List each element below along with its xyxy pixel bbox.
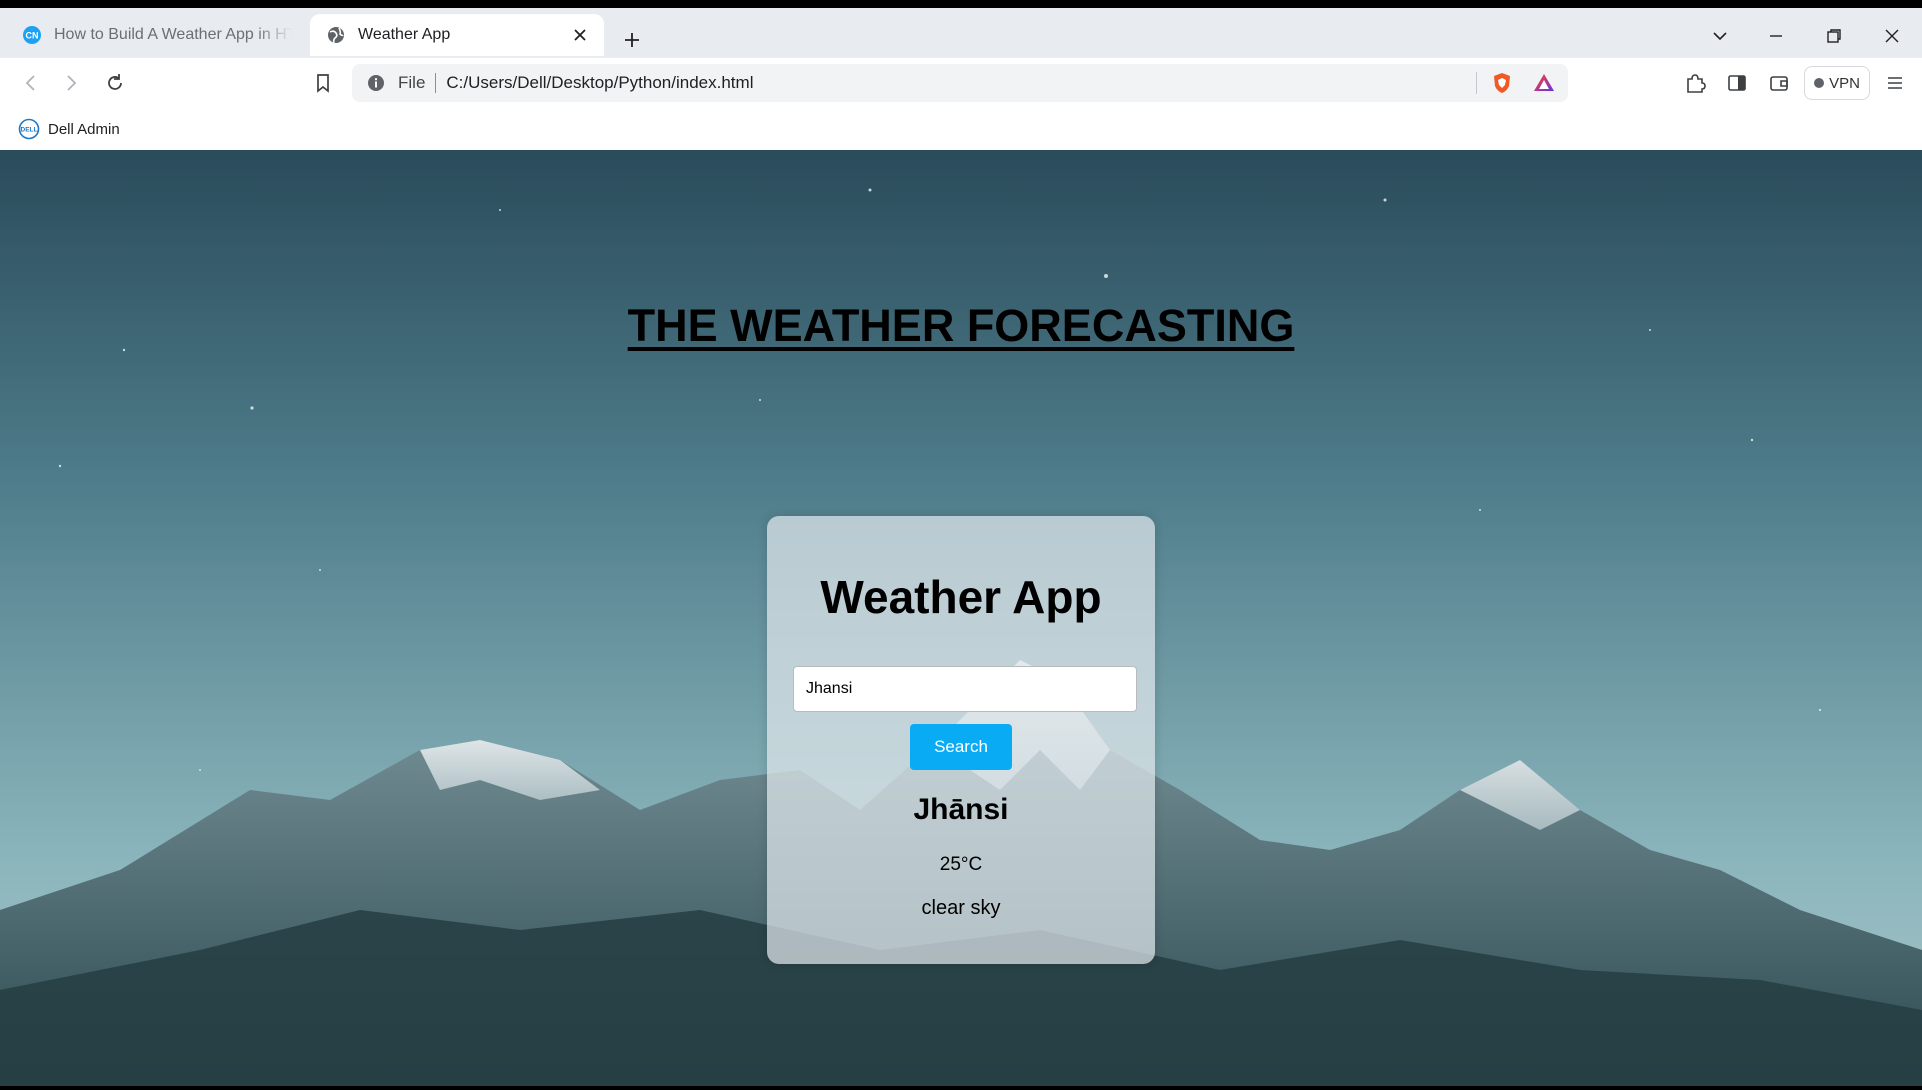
omnibox-divider: [1476, 72, 1477, 94]
bookmark-icon[interactable]: [308, 68, 338, 98]
brave-shields-icon[interactable]: [1490, 71, 1514, 95]
minimize-icon[interactable]: [1760, 22, 1792, 50]
page-heading: THE WEATHER FORECASTING: [627, 300, 1295, 351]
scheme-separator: [435, 73, 437, 93]
wallet-icon[interactable]: [1764, 68, 1794, 98]
result-city-name: Jhānsi: [913, 793, 1009, 826]
reload-icon[interactable]: [100, 68, 130, 98]
vpn-label: VPN: [1829, 74, 1860, 92]
restore-icon[interactable]: [1818, 22, 1850, 50]
brave-rewards-icon[interactable]: [1532, 71, 1556, 95]
new-tab-plus-icon[interactable]: [618, 26, 646, 54]
tab-weather-app[interactable]: Weather App: [310, 14, 604, 56]
sidebar-toggle-icon[interactable]: [1722, 68, 1752, 98]
back-arrow-icon[interactable]: [16, 68, 46, 98]
menu-hamburger-icon[interactable]: [1880, 68, 1910, 98]
bookmark-dell-admin[interactable]: DELL Dell Admin: [18, 116, 120, 142]
result-description: clear sky: [921, 897, 1001, 919]
close-tab-icon[interactable]: [570, 25, 590, 45]
city-search-input[interactable]: [793, 666, 1137, 712]
address-bar[interactable]: File C:/Users/Dell/Desktop/Python/index.…: [352, 64, 1568, 102]
extensions-puzzle-icon[interactable]: [1680, 68, 1710, 98]
vpn-status-icon: [1814, 78, 1825, 88]
url-text[interactable]: C:/Users/Dell/Desktop/Python/index.html: [446, 73, 753, 93]
tab-label: Weather App: [358, 26, 451, 43]
browser-toolbar: File C:/Users/Dell/Desktop/Python/index.…: [0, 58, 1922, 108]
browser-window: CN How to Build A Weather App in HTML We…: [0, 0, 1922, 1090]
forward-arrow-icon[interactable]: [56, 68, 86, 98]
tab-search-chevron-icon[interactable]: [1704, 22, 1736, 50]
result-temperature: 25°C: [939, 854, 983, 875]
close-window-icon[interactable]: [1876, 22, 1908, 50]
search-button[interactable]: Search: [910, 724, 1012, 770]
page-viewport: THE WEATHER FORECASTING Weather App Sear…: [0, 150, 1922, 1086]
url-scheme-label: File: [398, 73, 426, 92]
tab-label: How to Build A Weather App in HTML: [54, 26, 292, 43]
bookmarks-bar: DELL Dell Admin: [0, 108, 1922, 151]
dell-logo-icon: DELL: [18, 118, 40, 140]
tab-strip: CN How to Build A Weather App in HTML We…: [0, 8, 1922, 58]
card-title: Weather App: [820, 571, 1102, 623]
weather-card: Weather App Search Jhānsi 25°C clear sky: [767, 516, 1155, 964]
window-top-edge: [0, 0, 1922, 8]
svg-text:CN: CN: [26, 31, 39, 41]
codingnepal-favicon-icon: CN: [23, 26, 41, 44]
svg-text:DELL: DELL: [21, 127, 38, 134]
tab-weather-tutorial[interactable]: CN How to Build A Weather App in HTML: [6, 14, 306, 56]
site-info-icon[interactable]: [366, 73, 386, 93]
window-bottom-edge: [0, 1086, 1922, 1090]
bookmark-label: Dell Admin: [48, 120, 120, 138]
globe-icon: [328, 27, 344, 44]
vpn-button[interactable]: VPN: [1804, 66, 1870, 100]
